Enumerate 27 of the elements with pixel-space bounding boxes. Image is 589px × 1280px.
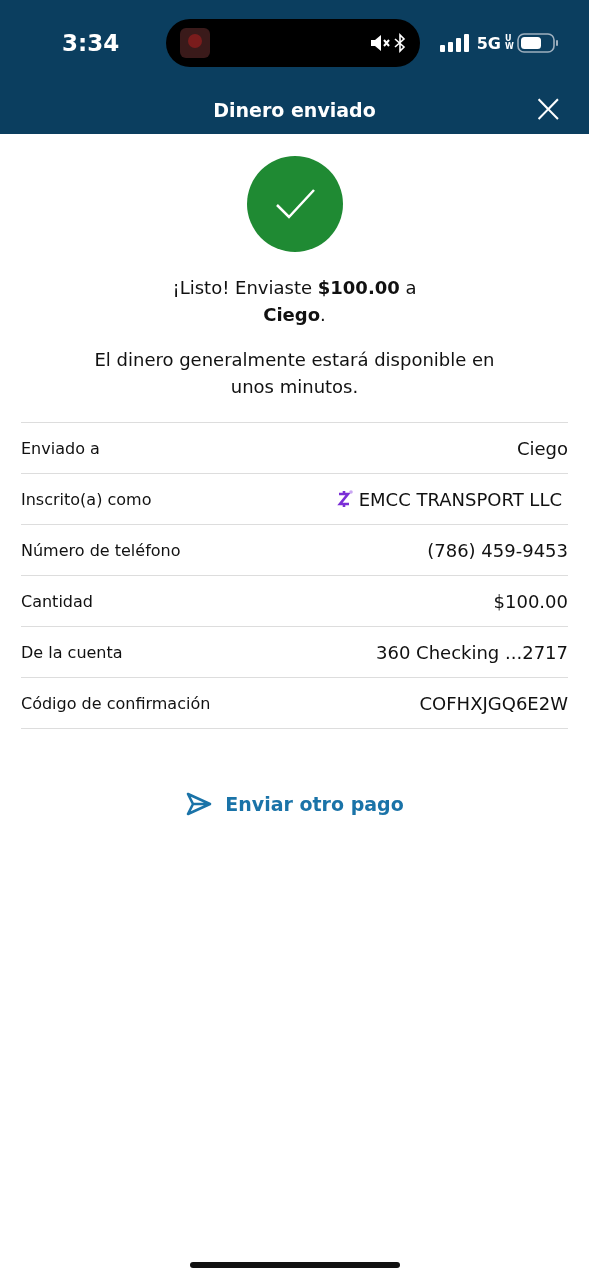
send-icon xyxy=(185,791,214,817)
network-label: 5G xyxy=(476,33,501,53)
status-time: 3:34 xyxy=(62,30,121,56)
detail-label: Inscrito(a) como xyxy=(21,489,152,509)
detail-label: Enviado a xyxy=(21,438,100,458)
detail-label: Código de confirmación xyxy=(21,693,211,713)
detail-value: COFHXJGQ6E2W xyxy=(419,692,568,714)
success-check-icon xyxy=(246,156,343,252)
battery-icon xyxy=(517,33,559,53)
signal-icon xyxy=(439,34,469,52)
detail-value: (786) 459-9453 xyxy=(427,539,568,561)
detail-label: Cantidad xyxy=(21,591,93,611)
screen-title: Dinero enviado xyxy=(213,99,376,121)
mute-icon xyxy=(370,34,390,52)
bluetooth-icon xyxy=(394,33,406,53)
network-sub-label: UW xyxy=(505,35,513,51)
success-message: ¡Listo! Enviaste $100.00 a Ciego. xyxy=(171,276,418,327)
app-thumbnail-icon xyxy=(180,28,210,58)
detail-value: 360 Checking ...2717 xyxy=(376,641,568,663)
close-button[interactable]: × xyxy=(531,90,565,126)
send-another-payment-link[interactable]: Enviar otro pago xyxy=(181,787,408,821)
detail-label: Número de teléfono xyxy=(21,540,181,560)
availability-note: El dinero generalmente estará disponible en unos minutos. xyxy=(93,348,496,399)
detail-value: EMCC TRANSPORT LLC xyxy=(358,488,562,510)
detail-value: $100.00 xyxy=(493,590,568,612)
detail-label: De la cuenta xyxy=(21,642,123,662)
detail-value: Ciego xyxy=(516,437,568,459)
